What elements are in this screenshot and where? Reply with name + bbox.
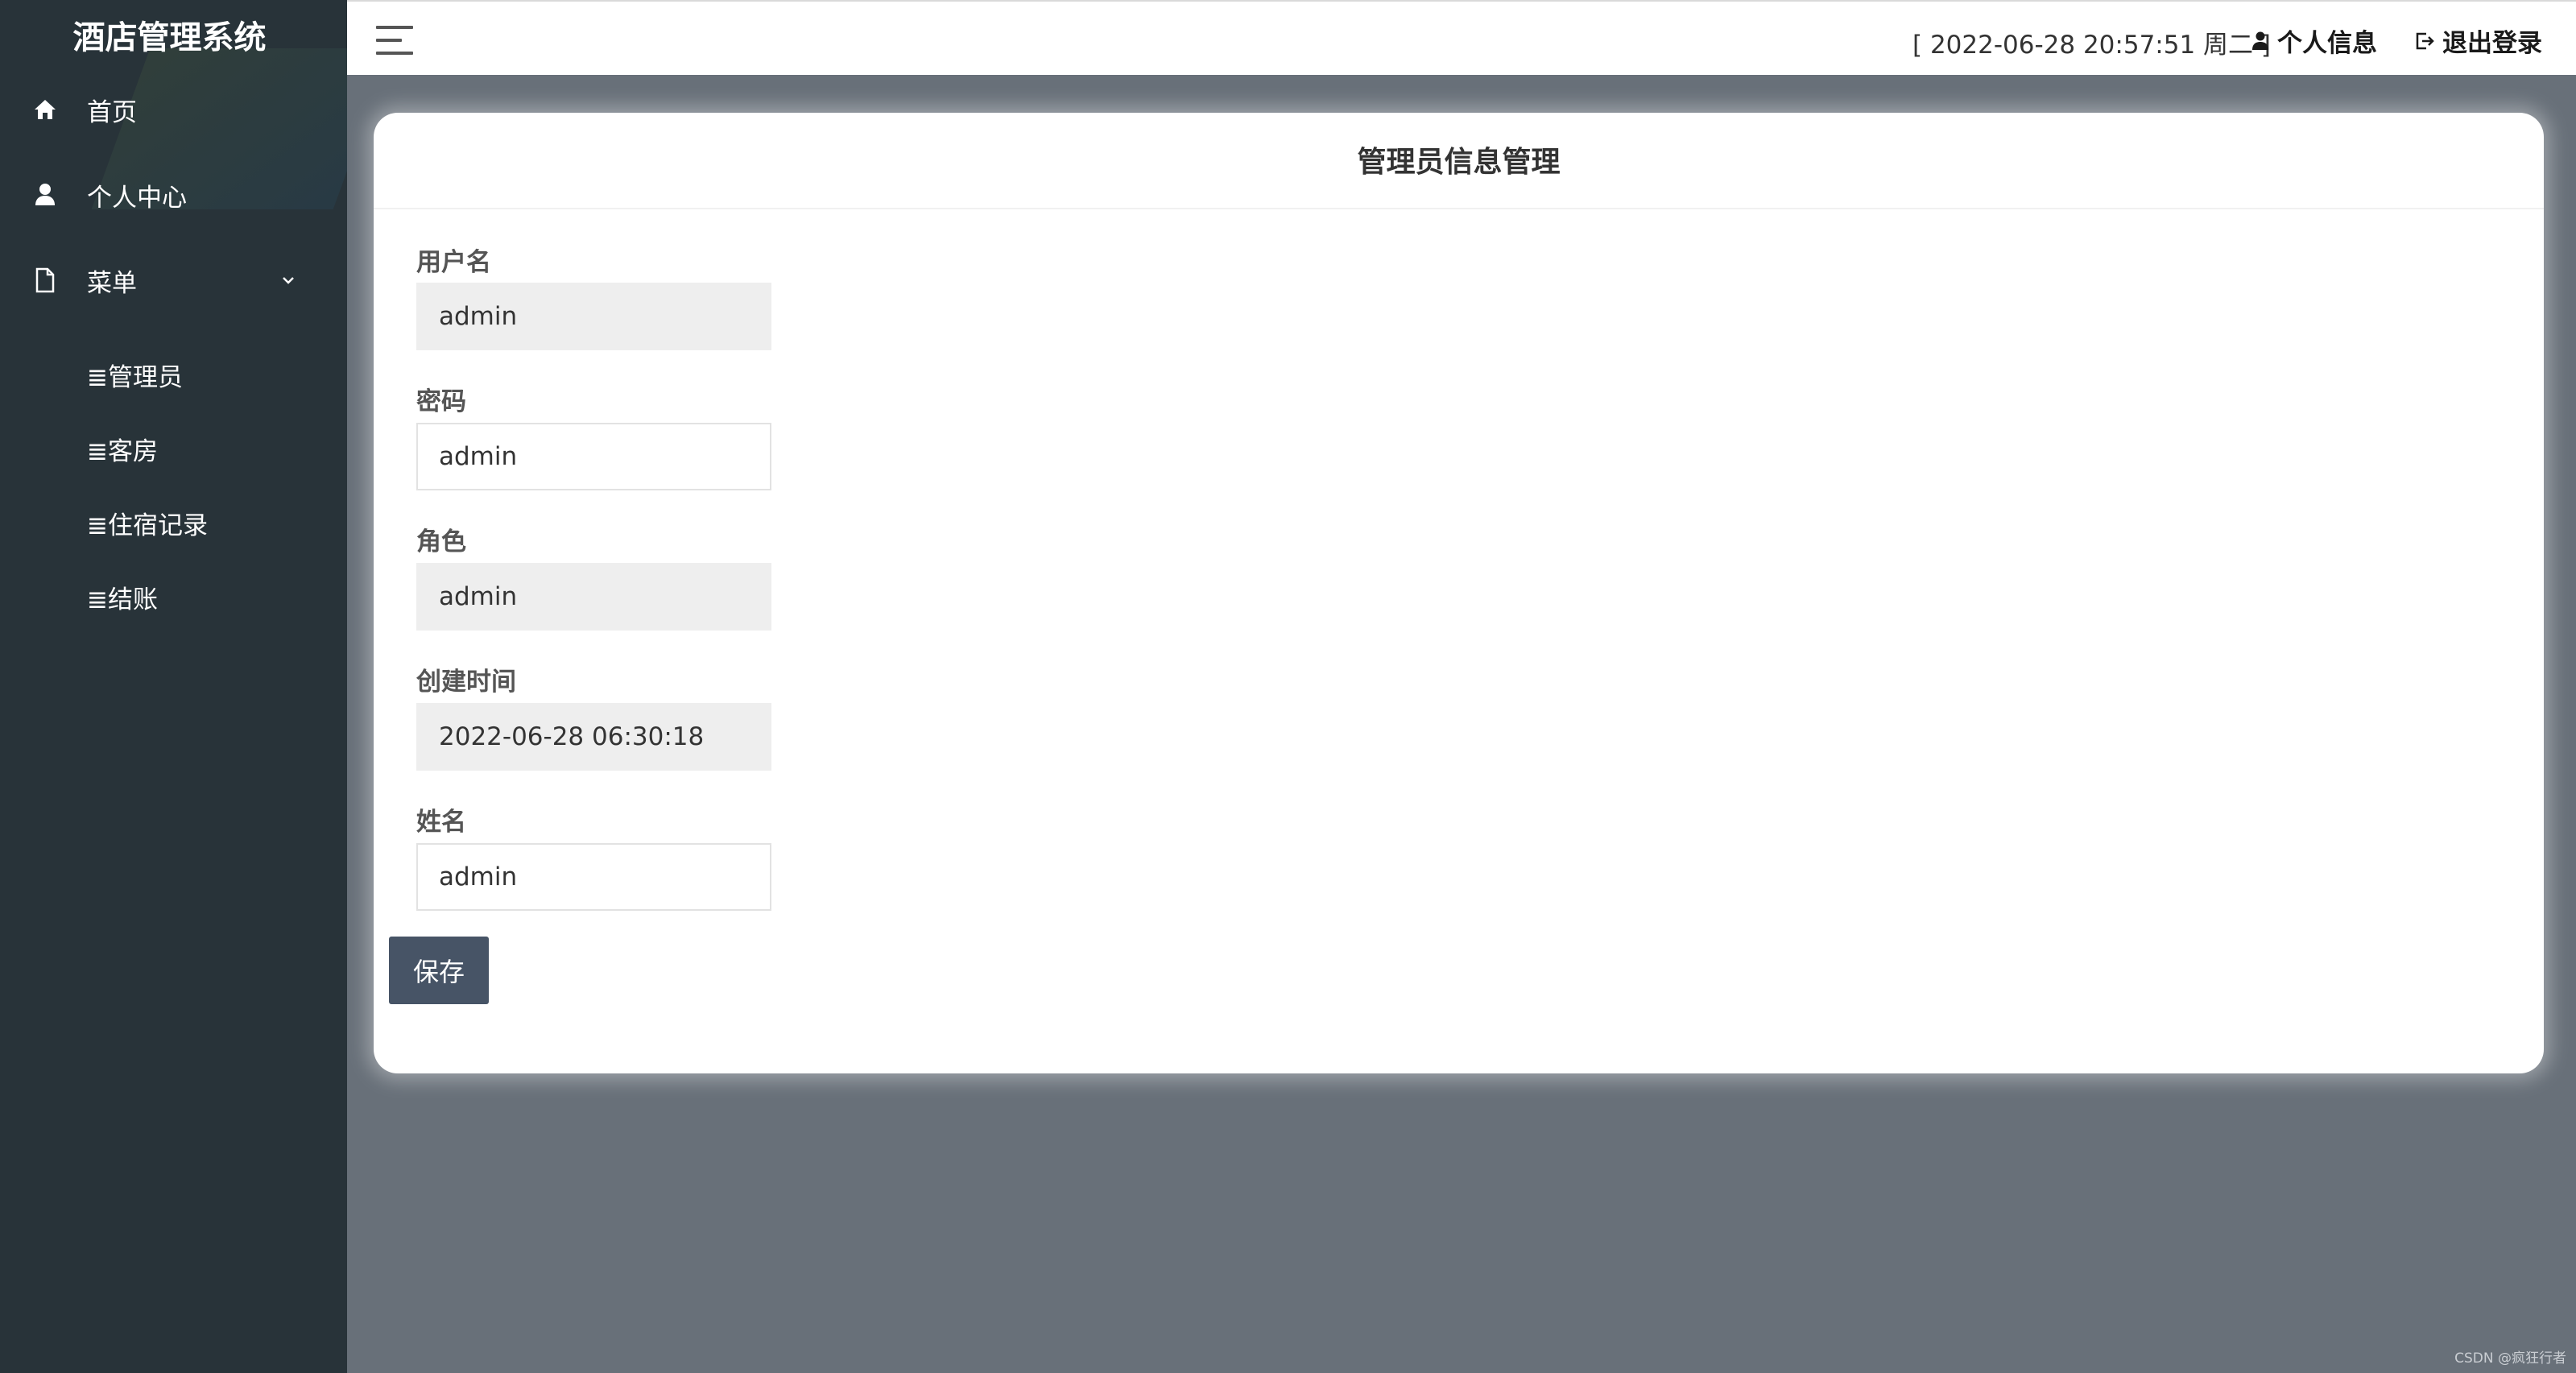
password-label: 密码: [416, 387, 466, 416]
logout-link[interactable]: 退出登录: [2415, 23, 2542, 59]
created-time-label: 创建时间: [416, 668, 516, 697]
profile-link[interactable]: 个人信息: [2251, 23, 2377, 59]
submenu-item-stay-records[interactable]: ≣住宿记录: [87, 505, 208, 541]
app-title: 酒店管理系统: [72, 19, 267, 56]
file-icon: [32, 267, 58, 293]
user-icon: [2252, 31, 2268, 50]
submenu-item-admin[interactable]: ≣管理员: [87, 357, 183, 393]
nav-item-profile-center[interactable]: 个人中心: [0, 163, 347, 227]
watermark: CSDN @疯狂行者: [2454, 1350, 2566, 1367]
logout-link-label: 退出登录: [2442, 29, 2542, 58]
username-label: 用户名: [416, 248, 491, 277]
submenu-item-checkout[interactable]: ≣结账: [87, 579, 158, 615]
password-field[interactable]: [416, 423, 771, 490]
role-label: 角色: [416, 527, 466, 556]
nav-label-home: 首页: [87, 97, 137, 127]
name-field[interactable]: [416, 843, 771, 911]
created-time-field[interactable]: [416, 703, 771, 771]
submenu-item-rooms[interactable]: ≣客房: [87, 431, 158, 467]
nav-item-menu[interactable]: 菜单: [0, 248, 347, 312]
profile-link-label: 个人信息: [2277, 29, 2377, 58]
nav-item-home[interactable]: 首页: [0, 77, 347, 142]
name-label: 姓名: [416, 808, 466, 837]
top-bar: [ 2022-06-28 20:57:51 周二 ] 个人信息 退出登录: [347, 0, 2576, 75]
chevron-down-icon: [279, 271, 298, 290]
username-field[interactable]: [416, 283, 771, 350]
home-icon: [32, 97, 58, 122]
user-icon: [32, 182, 58, 208]
role-field[interactable]: [416, 563, 771, 631]
datetime-display: [ 2022-06-28 20:57:51 周二 ]: [1912, 31, 2271, 60]
hamburger-icon[interactable]: [376, 26, 413, 55]
logout-icon: [2416, 32, 2434, 49]
nav-label-profile-center: 个人中心: [87, 183, 187, 213]
form-title: 管理员信息管理: [374, 113, 2544, 209]
save-button[interactable]: 保存: [389, 937, 489, 1004]
sidebar: 酒店管理系统 首页 个人中心 菜单 ≣管理员 ≣客房 ≣住宿记录 ≣结账: [0, 0, 347, 1373]
nav-label-menu: 菜单: [87, 268, 137, 298]
admin-info-form-card: 管理员信息管理 用户名 密码 角色 创建时间 姓名 保存: [374, 113, 2544, 1073]
